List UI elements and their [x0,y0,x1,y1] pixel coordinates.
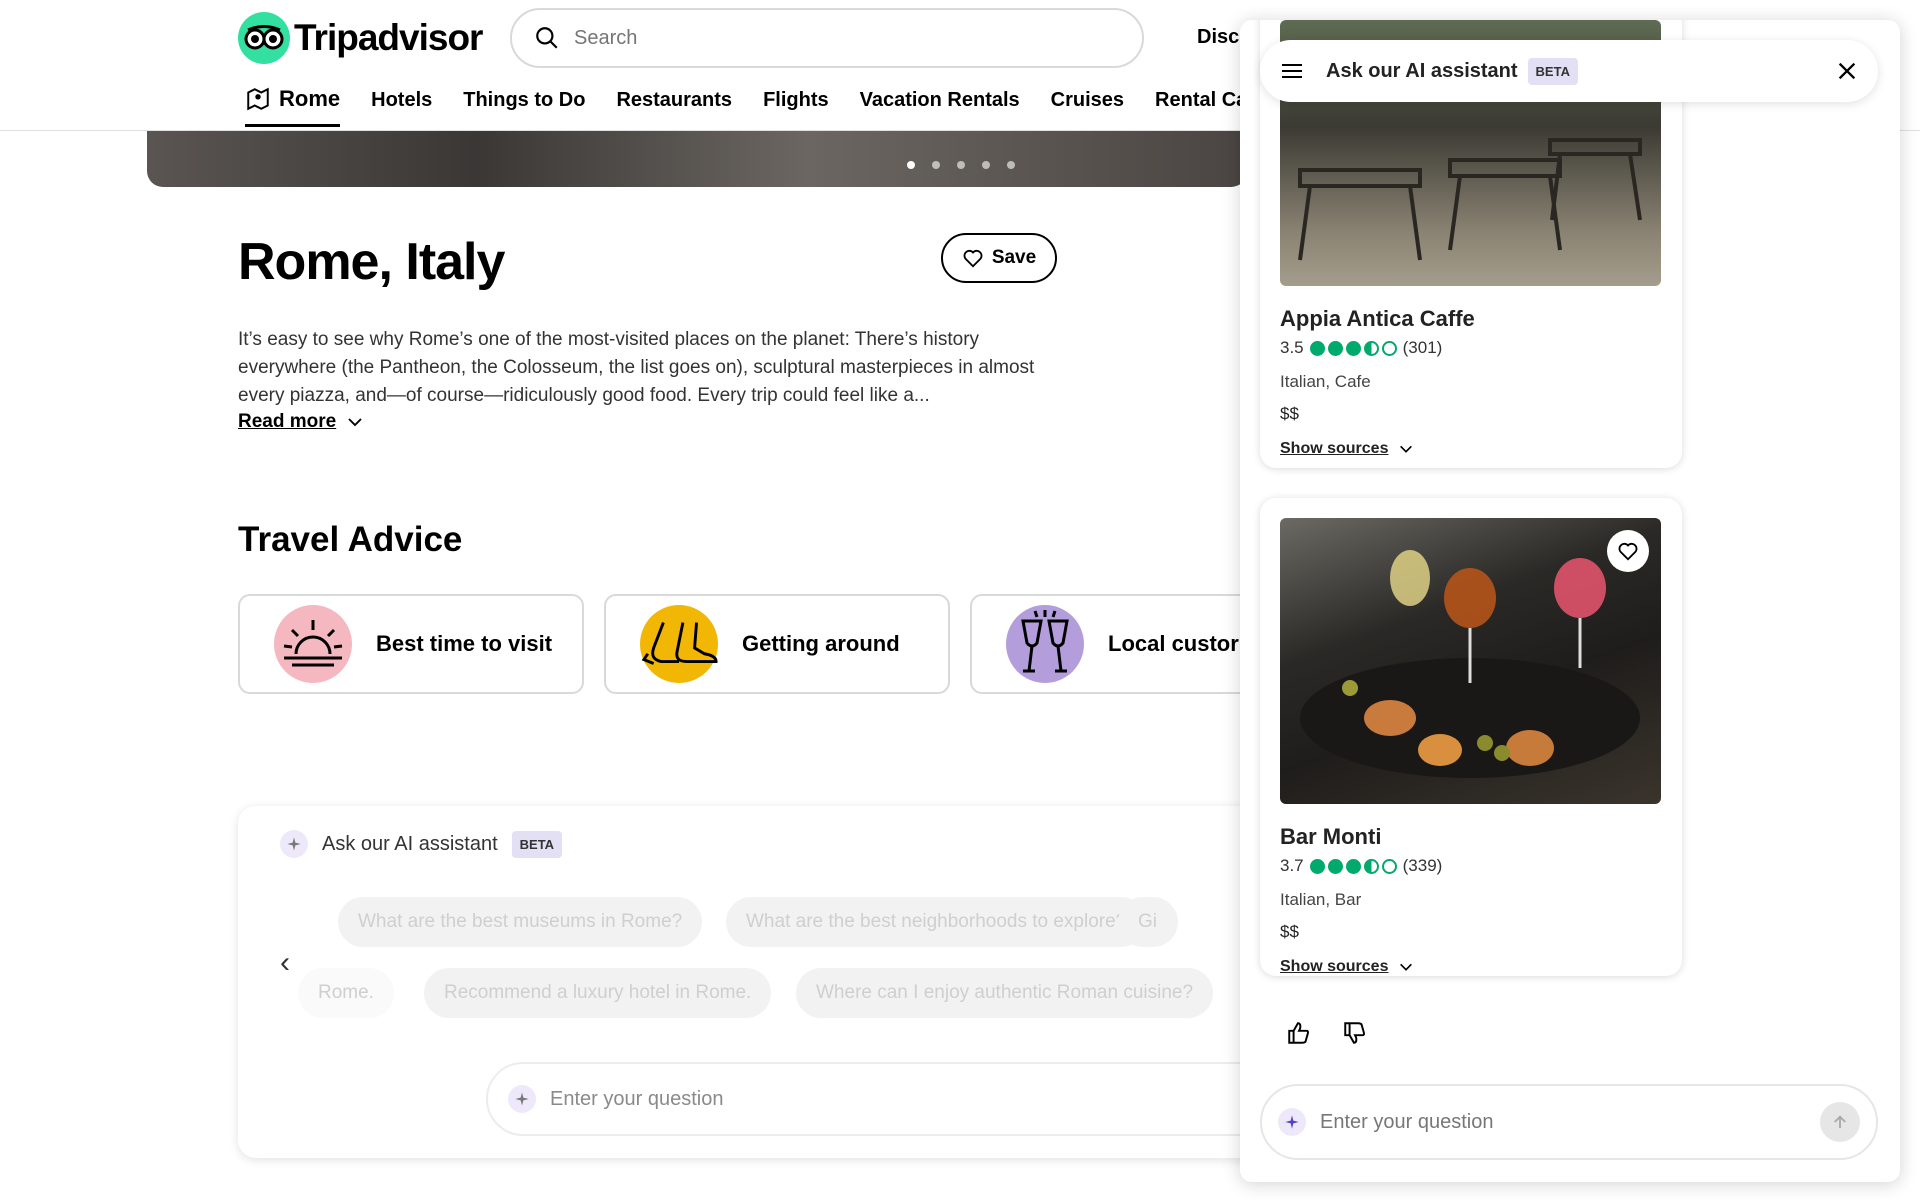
suggestion-chip[interactable]: Gi [1118,897,1178,947]
save-button[interactable]: Save [941,233,1057,283]
result-price: $$ [1280,922,1299,941]
nav-item-hotels[interactable]: Hotels [371,86,432,127]
carousel-dots [907,161,1015,169]
show-sources-label: Show sources [1280,958,1389,975]
result-cuisine: Italian, Cafe [1280,372,1371,391]
result-cuisine: Italian, Bar [1280,890,1362,909]
result-name[interactable]: Appia Antica Caffe [1280,306,1475,332]
nav-item-things-to-do[interactable]: Things to Do [463,86,585,127]
sparkle-icon [508,1085,536,1113]
ai-assistant-box: Ask our AI assistant BETA ‹ What are the… [238,806,1298,1158]
rating-bubbles [1309,340,1397,356]
beta-badge: BETA [1527,57,1578,85]
carousel-dot[interactable] [907,161,915,169]
save-to-trip-button[interactable] [1607,530,1649,572]
nav-item-restaurants[interactable]: Restaurants [616,86,732,127]
suggestion-chip[interactable]: Rome. [298,968,394,1018]
shoes-icon [640,605,718,683]
result-rating: 3.5 (301) [1280,338,1442,358]
advice-card-local-customs[interactable]: Local custor [970,594,1270,694]
chevron-down-icon [348,418,362,427]
chevron-left-icon[interactable]: ‹ [280,946,290,980]
advice-card-label: Getting around [742,631,900,656]
toast-glasses-icon [1006,605,1084,683]
tripadvisor-logo[interactable]: Tripadvisor [238,12,483,64]
panel-header: Ask our AI assistant BETA [1260,40,1878,102]
ai-box-question-input[interactable]: Enter your question [486,1062,1286,1136]
show-sources-label: Show sources [1280,440,1389,457]
read-more-link[interactable]: Read more [238,411,364,433]
nav-label: Rome [279,86,341,111]
result-price: $$ [1280,404,1299,423]
input-placeholder: Enter your question [1320,1110,1494,1133]
heart-icon [963,249,983,268]
panel-title: Ask our AI assistant [1326,59,1518,82]
close-icon[interactable] [1836,60,1858,82]
rating-value: 3.5 [1280,338,1304,357]
nav-item-vacation-rentals[interactable]: Vacation Rentals [860,86,1020,127]
sparkle-icon [1278,1108,1306,1136]
review-count: (301) [1402,338,1443,357]
heart-icon [1618,542,1638,561]
chevron-down-icon [1400,963,1413,971]
panel-question-input[interactable]: Enter your question [1260,1084,1878,1160]
ai-assistant-panel: Ask our AI assistant BETA Appia Antica C… [1240,20,1900,1182]
nav-item-cruises[interactable]: Cruises [1051,86,1124,127]
suggestion-chip[interactable]: What are the best neighborhoods to explo… [726,897,1147,947]
beta-badge: BETA [511,830,563,858]
nav-item-rome[interactable]: Rome [245,86,341,127]
search-placeholder: Search [574,26,638,49]
advice-card-best-time[interactable]: Best time to visit [238,594,584,694]
carousel-dot[interactable] [957,161,965,169]
rating-bubbles [1309,858,1397,874]
suggestion-chip[interactable]: What are the best museums in Rome? [338,897,703,947]
hero-image [147,131,1247,187]
menu-icon[interactable] [1280,61,1304,81]
carousel-dot[interactable] [932,161,940,169]
review-count: (339) [1402,856,1443,875]
suggestion-chip[interactable]: Where can I enjoy authentic Roman cuisin… [796,968,1214,1018]
ai-box-header: Ask our AI assistant BETA [280,830,563,858]
nav-item-flights[interactable]: Flights [763,86,829,127]
thumbs-up-icon[interactable] [1286,1020,1312,1046]
result-name[interactable]: Bar Monti [1280,824,1381,850]
send-button[interactable] [1820,1102,1860,1142]
show-sources-button[interactable]: Show sources [1280,440,1414,458]
result-rating: 3.7 (339) [1280,856,1442,876]
sparkle-icon [280,830,308,858]
advice-card-label: Best time to visit [376,631,553,656]
chevron-down-icon [1400,445,1413,453]
feedback-buttons [1286,1020,1368,1046]
carousel-dot[interactable] [1007,161,1015,169]
owl-logo-icon [238,12,290,64]
ai-box-label: Ask our AI assistant [322,832,498,855]
sunrise-icon [274,605,352,683]
carousel-dot[interactable] [982,161,990,169]
logo-text: Tripadvisor [294,17,483,58]
rating-value: 3.7 [1280,856,1304,875]
main-nav: Rome Hotels Things to Do Restaurants Fli… [245,86,1266,127]
search-input[interactable]: Search [510,8,1144,68]
result-card[interactable]: Bar Monti 3.7 (339) Italian, Bar $$ Show… [1260,498,1682,976]
input-placeholder: Enter your question [550,1087,724,1110]
suggestion-chip[interactable]: Recommend a luxury hotel in Rome. [424,968,772,1018]
search-icon [536,27,558,49]
thumbs-down-icon[interactable] [1342,1020,1368,1046]
map-pin-icon [247,87,269,111]
save-label: Save [991,247,1037,268]
arrow-up-icon [1834,1115,1846,1128]
advice-card-getting-around[interactable]: Getting around [604,594,950,694]
page-title: Rome, Italy [238,233,505,291]
restaurant-photo [1280,518,1661,804]
read-more-label: Read more [238,411,337,432]
show-sources-button[interactable]: Show sources [1280,958,1414,976]
destination-description: It’s easy to see why Rome’s one of the m… [238,329,1035,406]
travel-advice-heading: Travel Advice [238,520,463,559]
advice-card-label: Local custor [1108,631,1239,656]
